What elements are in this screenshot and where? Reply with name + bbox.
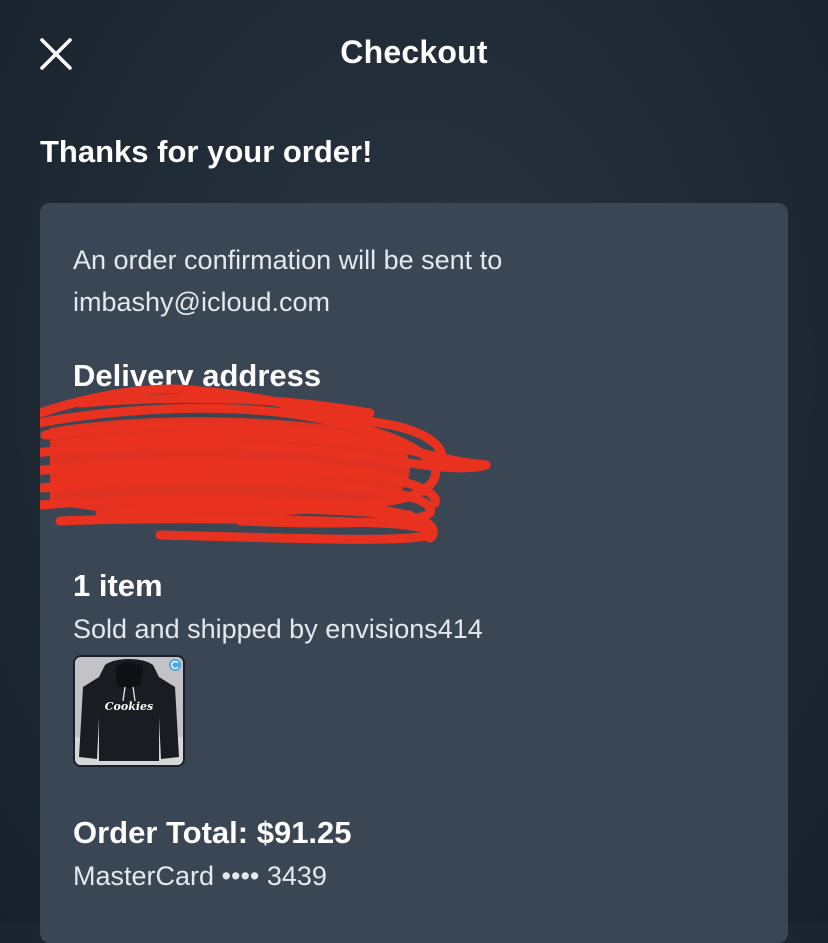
payment-method: MasterCard •••• 3439 <box>73 861 327 891</box>
hoodie-image: Cookies <box>75 657 183 765</box>
redacted-address <box>40 384 491 544</box>
product-thumbnail[interactable]: Cookies <box>73 655 185 767</box>
thanks-heading: Thanks for your order! <box>40 134 373 169</box>
order-summary-card: An order confirmation will be sent to im… <box>40 203 788 943</box>
product-logo-text: Cookies <box>105 700 153 713</box>
order-total: Order Total: $91.25 <box>73 815 352 850</box>
page-title: Checkout <box>340 34 488 70</box>
header: Checkout <box>0 0 828 108</box>
items-count-title: 1 item <box>73 568 163 603</box>
seller-text: Sold and shipped by envisions414 <box>73 614 483 644</box>
confirmation-text: An order confirmation will be sent to im… <box>73 245 503 317</box>
